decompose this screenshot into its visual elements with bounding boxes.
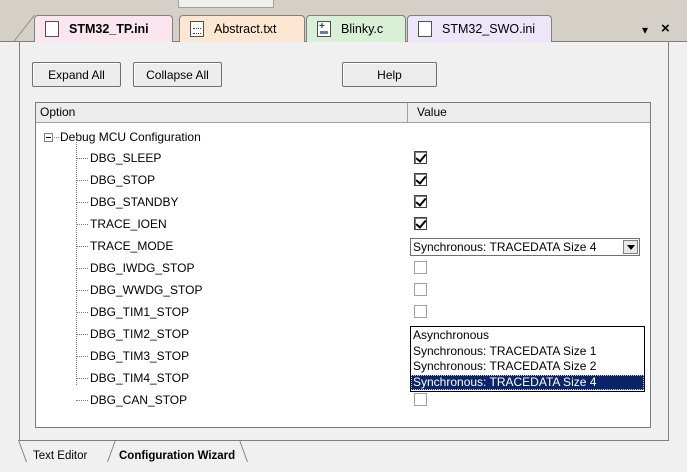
option-checkbox[interactable]: [414, 217, 427, 230]
tab-label: Abstract.txt: [214, 22, 277, 36]
ini-file-icon: [418, 21, 432, 37]
configuration-wizard-panel: Expand All Collapse All Help Option Valu…: [19, 42, 669, 440]
option-label: TRACE_IOEN: [90, 217, 167, 231]
option-label: DBG_TIM1_STOP: [90, 305, 190, 319]
tree-connector: [76, 400, 88, 401]
c-file-icon: [317, 21, 331, 37]
window-list-icon[interactable]: ▾: [642, 23, 648, 37]
trace-mode-dropdown-list: Asynchronous Synchronous: TRACEDATA Size…: [410, 326, 645, 392]
tree-connector: [76, 356, 88, 357]
tab-label: STM32_SWO.ini: [442, 22, 536, 36]
option-row-dbg-standby[interactable]: DBG_STANDBY: [36, 191, 650, 213]
option-checkbox[interactable]: [414, 393, 427, 406]
tree-node-debug-mcu-configuration[interactable]: Debug MCU Configuration: [36, 125, 650, 147]
column-header-value[interactable]: Value: [409, 103, 650, 123]
ini-file-icon: [45, 21, 59, 37]
collapse-toggle-icon[interactable]: [44, 133, 53, 142]
dropdown-option-selected[interactable]: Synchronous: TRACEDATA Size 4: [411, 374, 644, 390]
option-label: DBG_CAN_STOP: [90, 393, 188, 407]
tree-connector: [54, 137, 59, 138]
tab-abstract-txt[interactable]: Abstract.txt: [179, 15, 305, 42]
toolbar-notch: [178, 0, 274, 8]
option-label: DBG_WWDG_STOP: [90, 283, 203, 297]
option-row-dbg-sleep[interactable]: DBG_SLEEP: [36, 147, 650, 169]
option-label: DBG_STOP: [90, 173, 156, 187]
tree-connector: [76, 268, 88, 269]
option-checkbox[interactable]: [414, 261, 427, 274]
option-checkbox[interactable]: [414, 173, 427, 186]
dropdown-option[interactable]: Synchronous: TRACEDATA Size 2: [411, 359, 644, 375]
option-row-trace-ioen[interactable]: TRACE_IOEN: [36, 213, 650, 235]
select-value: Synchronous: TRACEDATA Size 4: [413, 240, 597, 254]
tree-node-label: Debug MCU Configuration: [60, 130, 201, 144]
tree-connector: [76, 378, 88, 379]
tree-connector: [76, 224, 88, 225]
expand-all-button[interactable]: Expand All: [32, 62, 121, 87]
option-checkbox[interactable]: [414, 283, 427, 296]
tree-connector: [76, 158, 88, 159]
tree-connector: [76, 290, 88, 291]
close-icon[interactable]: ×: [661, 20, 670, 37]
column-header-option[interactable]: Option: [36, 103, 408, 123]
tree-connector: [76, 312, 88, 313]
chevron-down-icon[interactable]: [623, 240, 638, 254]
trace-mode-select[interactable]: Synchronous: TRACEDATA Size 4: [410, 238, 640, 256]
dropdown-option[interactable]: Synchronous: TRACEDATA Size 1: [411, 344, 644, 360]
option-label: DBG_STANDBY: [90, 195, 179, 209]
window-bottom-edge: [0, 462, 687, 472]
option-label: DBG_TIM4_STOP: [90, 371, 190, 385]
top-strip: [0, 0, 687, 10]
option-label: DBG_SLEEP: [90, 151, 162, 165]
file-tab-bar: STM32_TP.ini Abstract.txt Blinky.c STM32…: [0, 10, 687, 42]
option-row-dbg-stop[interactable]: DBG_STOP: [36, 169, 650, 191]
option-checkbox[interactable]: [414, 151, 427, 164]
tab-blinky-c[interactable]: Blinky.c: [306, 15, 406, 42]
options-grid: Option Value Debug MCU Configuration DBG…: [35, 102, 651, 428]
tab-stm32-tp-ini[interactable]: STM32_TP.ini: [34, 15, 173, 42]
option-label: TRACE_MODE: [90, 239, 174, 253]
option-row-dbg-iwdg-stop[interactable]: DBG_IWDG_STOP: [36, 257, 650, 279]
dropdown-option[interactable]: Asynchronous: [411, 328, 644, 344]
collapse-all-button[interactable]: Collapse All: [133, 62, 222, 87]
option-row-dbg-can-stop[interactable]: DBG_CAN_STOP: [36, 389, 650, 411]
tree-connector: [76, 334, 88, 335]
tab-stm32-swo-ini[interactable]: STM32_SWO.ini: [407, 15, 552, 42]
text-file-icon: [190, 21, 204, 37]
option-row-dbg-wwdg-stop[interactable]: DBG_WWDG_STOP: [36, 279, 650, 301]
tree-connector: [76, 246, 88, 247]
option-label: DBG_TIM3_STOP: [90, 349, 190, 363]
option-checkbox[interactable]: [414, 305, 427, 318]
help-button[interactable]: Help: [342, 62, 437, 87]
option-row-trace-mode[interactable]: TRACE_MODE Synchronous: TRACEDATA Size 4: [36, 235, 650, 257]
view-tab-bar: Text Editor Configuration Wizard: [19, 440, 669, 462]
tree-connector: [76, 180, 88, 181]
option-label: DBG_IWDG_STOP: [90, 261, 195, 275]
tab-label: STM32_TP.ini: [69, 22, 149, 36]
grid-header: Option Value: [36, 103, 650, 123]
option-label: DBG_TIM2_STOP: [90, 327, 190, 341]
tab-label: Blinky.c: [341, 22, 384, 36]
option-row-dbg-tim1-stop[interactable]: DBG_TIM1_STOP: [36, 301, 650, 323]
tree-connector: [76, 202, 88, 203]
editor-window: STM32_TP.ini Abstract.txt Blinky.c STM32…: [0, 0, 687, 472]
option-checkbox[interactable]: [414, 195, 427, 208]
